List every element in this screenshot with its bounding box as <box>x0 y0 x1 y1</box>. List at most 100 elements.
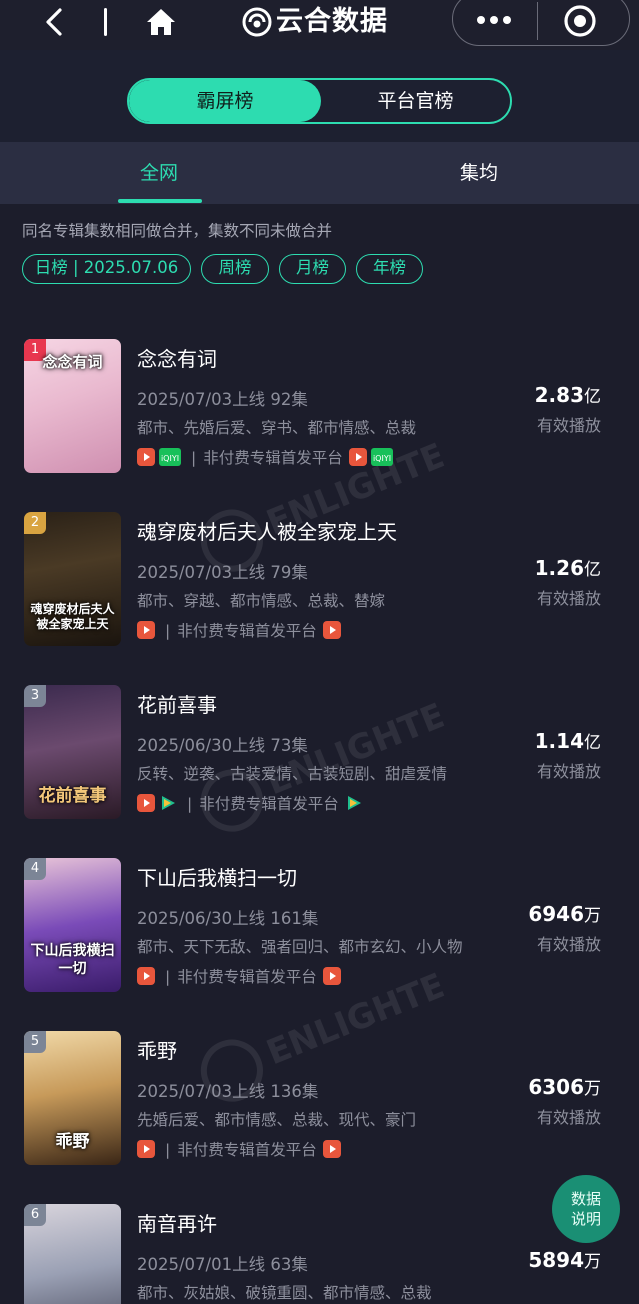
tab-dominance-chart[interactable]: 霸屏榜 <box>129 80 321 122</box>
play-count-unit: 万 <box>584 1252 601 1272</box>
list-item[interactable]: 5 乖野 乖野 2025/07/03上线 136集 先婚后爱、都市情感、总裁、现… <box>0 1022 639 1172</box>
youku-icon <box>137 448 155 466</box>
close-mini-program-icon[interactable] <box>562 3 598 39</box>
iqiyi-icon: iQIYI <box>370 448 393 466</box>
poster-title-text: 乖野 <box>55 1132 90 1152</box>
tencent-video-icon <box>162 796 175 810</box>
yunhe-logo-icon <box>242 7 272 37</box>
play-count-label: 有效播放 <box>536 589 601 608</box>
list-item[interactable]: 2 魂穿废材后夫人被全家宠上天 魂穿废材后夫人被全家宠上天 2025/07/03… <box>0 503 639 653</box>
play-count: 6946万 <box>528 901 601 926</box>
play-count-label: 有效播放 <box>536 1108 601 1127</box>
poster-title-text: 魂穿废材后夫人被全家宠上天 <box>30 602 115 631</box>
play-count-unit: 亿 <box>584 733 601 753</box>
platform-note: 非付费专辑首发平台 <box>177 622 317 640</box>
play-count: 1.26亿 <box>535 555 601 580</box>
nav-divider <box>104 8 107 36</box>
rank-badge: 5 <box>24 1031 46 1053</box>
play-count-number: 6306 <box>528 1075 584 1099</box>
youku-icon <box>137 621 155 639</box>
platform-row: | 非付费专辑首发平台 <box>137 1138 345 1160</box>
platform-row: iQIYI | 非付费专辑首发平台 iQIYI <box>137 446 397 468</box>
capsule-divider <box>537 2 538 40</box>
merge-note: 同名专辑集数相同做合并，集数不同未做合并 <box>22 222 333 240</box>
play-count-number: 2.83 <box>534 383 584 407</box>
filter-yearly-chip[interactable]: 年榜 <box>356 254 423 284</box>
data-description-button[interactable]: 数据 说明 <box>552 1175 620 1243</box>
poster-image: 2 魂穿废材后夫人被全家宠上天 <box>24 512 121 646</box>
play-count-label: 有效播放 <box>536 416 601 435</box>
tencent-video-icon <box>347 796 361 810</box>
genre-tags: 都市、灰姑娘、破镜重圆、都市情感、总裁 <box>137 1284 432 1302</box>
youku-icon <box>137 1140 155 1158</box>
play-count-number: 1.14 <box>534 729 584 753</box>
poster-image: 6 <box>24 1204 121 1304</box>
release-info: 2025/07/03上线 79集 <box>137 563 308 582</box>
platform-row: | 非付费专辑首发平台 <box>137 619 345 641</box>
fab-line-2: 说明 <box>570 1210 601 1228</box>
poster-image: 4 下山后我横扫一切 <box>24 858 121 992</box>
list-item[interactable]: 6 南音再许 2025/07/01上线 63集 都市、灰姑娘、破镜重圆、都市情感… <box>0 1195 639 1304</box>
genre-tags: 都市、穿越、都市情感、总裁、替嫁 <box>137 592 386 610</box>
ranking-type-segment: 霸屏榜 平台官榜 <box>127 78 512 124</box>
sub-tab-bar: 全网 集均 <box>0 142 639 204</box>
home-icon[interactable] <box>144 6 178 38</box>
active-tab-underline <box>118 199 202 203</box>
rank-badge: 3 <box>24 685 46 707</box>
drama-title: 南音再许 <box>137 1212 217 1236</box>
svg-text:iQIYI: iQIYI <box>161 454 179 463</box>
play-count: 1.14亿 <box>535 728 601 753</box>
list-item[interactable]: 3 花前喜事 花前喜事 2025/06/30上线 73集 反转、逆袭、古装爱情、… <box>0 676 639 826</box>
app-title: 云合数据 <box>276 6 388 37</box>
drama-title: 下山后我横扫一切 <box>137 866 297 890</box>
filter-monthly-chip[interactable]: 月榜 <box>279 254 346 284</box>
youku-icon <box>322 621 341 639</box>
tab-platform-official-chart[interactable]: 平台官榜 <box>321 80 510 122</box>
platform-row: | 非付费专辑首发平台 <box>137 792 367 814</box>
play-count-unit: 亿 <box>584 560 601 580</box>
poster-title-text: 花前喜事 <box>38 786 107 806</box>
top-navigation-bar: 云合数据 <box>0 0 639 50</box>
svg-text:iQIYI: iQIYI <box>373 454 391 463</box>
header-band: 霸屏榜 平台官榜 <box>0 50 639 142</box>
youku-icon <box>137 794 155 812</box>
rank-badge: 4 <box>24 858 46 880</box>
platform-row: | 非付费专辑首发平台 <box>137 965 345 987</box>
filter-weekly-chip[interactable]: 周榜 <box>201 254 269 284</box>
play-count-unit: 万 <box>584 1079 601 1099</box>
poster-image: 5 乖野 <box>24 1031 121 1165</box>
poster-title-text: 下山后我横扫一切 <box>30 943 115 977</box>
play-count-label: 有效播放 <box>536 762 601 781</box>
list-item[interactable]: 4 下山后我横扫一切 下山后我横扫一切 2025/06/30上线 161集 都市… <box>0 849 639 999</box>
drama-title: 念念有词 <box>137 347 217 371</box>
more-dots-icon[interactable] <box>472 8 516 32</box>
poster-image: 3 花前喜事 <box>24 685 121 819</box>
genre-tags: 都市、天下无敌、强者回归、都市玄幻、小人物 <box>137 938 463 956</box>
back-arrow-icon[interactable] <box>40 6 68 38</box>
release-info: 2025/07/03上线 136集 <box>137 1082 319 1101</box>
play-count-unit: 万 <box>584 906 601 926</box>
platform-note: 非付费专辑首发平台 <box>177 1141 317 1159</box>
platform-note: 非付费专辑首发平台 <box>199 795 339 813</box>
play-count-number: 1.26 <box>534 556 584 580</box>
platform-note: 非付费专辑首发平台 <box>177 968 317 986</box>
youku-icon <box>348 448 367 466</box>
poster-image: 1 念念有词 <box>24 339 121 473</box>
genre-tags: 都市、先婚后爱、穿书、都市情感、总裁 <box>137 419 417 437</box>
play-count: 2.83亿 <box>535 382 601 407</box>
filter-daily-chip[interactable]: 日榜 | 2025.07.06 <box>22 254 191 284</box>
play-count: 5894万 <box>528 1247 601 1272</box>
tab-episode-average[interactable]: 集均 <box>460 142 498 204</box>
rank-badge: 6 <box>24 1204 46 1226</box>
list-item[interactable]: 1 念念有词 念念有词 2025/07/03上线 92集 都市、先婚后爱、穿书、… <box>0 330 639 480</box>
tab-all-network[interactable]: 全网 <box>140 142 178 204</box>
genre-tags: 先婚后爱、都市情感、总裁、现代、豪门 <box>137 1111 417 1129</box>
play-count-number: 5894 <box>528 1248 584 1272</box>
release-info: 2025/06/30上线 73集 <box>137 736 308 755</box>
drama-title: 花前喜事 <box>137 693 217 717</box>
drama-title: 魂穿废材后夫人被全家宠上天 <box>137 520 397 544</box>
platform-note: 非付费专辑首发平台 <box>203 449 343 467</box>
play-count-unit: 亿 <box>584 387 601 407</box>
fab-line-1: 数据 <box>570 1190 601 1208</box>
youku-icon <box>322 1140 341 1158</box>
